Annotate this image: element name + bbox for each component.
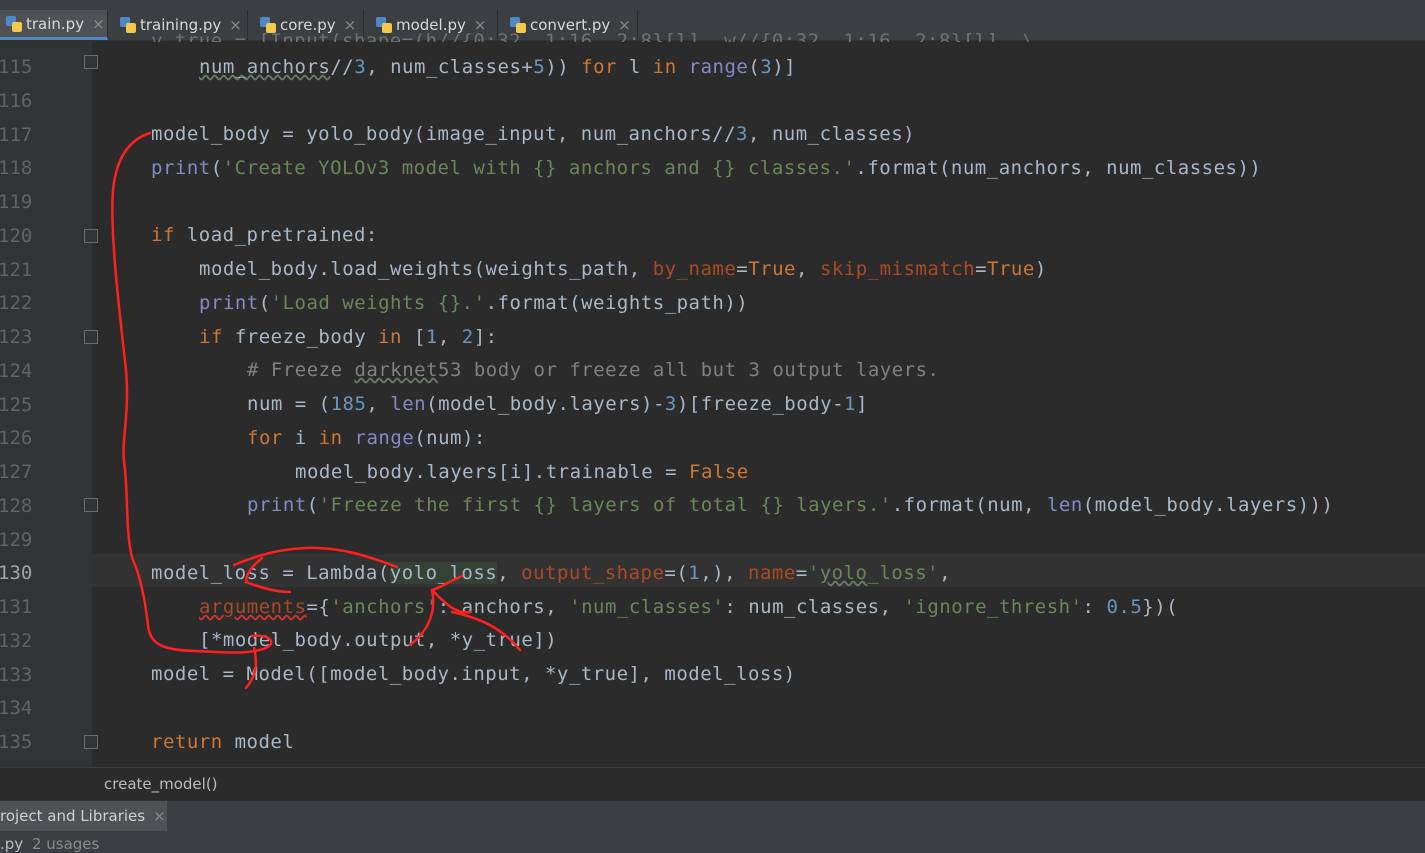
code-line-130: model_loss = Lambda(yolo_loss, output_sh… (151, 562, 952, 584)
line-number: 135 (0, 731, 33, 753)
code-line-127: model_body.layers[i].trainable = False (295, 461, 749, 483)
line-number: 116 (0, 89, 33, 112)
python-file-icon (6, 15, 22, 32)
line-number: 130 (0, 562, 33, 585)
line-number: 128 (0, 494, 33, 517)
line-number: 123 (0, 326, 33, 348)
code-line-131: arguments={'anchors': anchors, 'num_clas… (199, 596, 1179, 618)
code-line-120: if load_pretrained: (151, 224, 378, 246)
fold-marker-icon[interactable] (84, 735, 98, 749)
line-number: 118 (0, 157, 33, 180)
code-line-118: print('Create YOLOv3 model with {} ancho… (151, 157, 1262, 179)
line-number: 129 (0, 528, 33, 551)
line-number: 125 (0, 393, 33, 416)
code-line-132: [*model_body.output, *y_true]) (199, 629, 558, 651)
line-number: 115 (0, 56, 33, 78)
code-line-133: model = Model([model_body.input, *y_true… (151, 663, 796, 685)
fold-marker-icon[interactable] (84, 498, 98, 512)
tab-train-py[interactable]: train.py × (0, 10, 108, 40)
line-number: 131 (0, 596, 33, 618)
line-number: 127 (0, 461, 33, 483)
fold-marker-icon[interactable] (84, 229, 98, 243)
usage-count: 2 usages (31, 835, 100, 853)
tab-project-and-libraries[interactable]: roject and Libraries × (0, 801, 167, 831)
line-number: 132 (0, 629, 33, 652)
code-line-117: model_body = yolo_body(image_input, num_… (151, 123, 916, 145)
usage-summary[interactable]: .py 2 usages (0, 835, 99, 853)
line-number: 122 (0, 292, 33, 315)
code-line-135: return model (151, 731, 295, 753)
line-number: 120 (0, 224, 33, 247)
code-line-121: model_body.load_weights(weights_path, by… (199, 258, 1047, 280)
code-line-124: # Freeze darknet53 body or freeze all bu… (247, 359, 940, 381)
line-number: 124 (0, 359, 33, 382)
tab-label: train.py (26, 14, 85, 33)
line-number: 117 (0, 123, 33, 146)
code-line-115: num_anchors//3, num_classes+5)) for l in… (199, 56, 797, 78)
line-number: 133 (0, 663, 33, 686)
breadcrumb-bar: create_model() (0, 767, 1425, 800)
fold-marker-icon[interactable] (84, 330, 98, 344)
fold-marker-icon[interactable] (84, 55, 98, 69)
code-line-125: num = (185, len(model_body.layers)-3)[fr… (247, 393, 868, 415)
close-icon[interactable]: × (92, 15, 105, 33)
line-number: 119 (0, 191, 33, 213)
breadcrumb[interactable]: create_model() (104, 775, 218, 793)
code-line-128: print('Freeze the first {} layers of tot… (247, 494, 1334, 516)
panel-tab-label: roject and Libraries (0, 807, 146, 825)
usage-file: .py (0, 835, 24, 853)
line-number: 121 (0, 258, 33, 281)
code-line-122: print('Load weights {}.'.format(weights_… (199, 292, 749, 314)
code-line-114-clipped: y_true = [Input(shape=(h//{0:32, 1:16, 2… (151, 30, 1035, 42)
line-number: 134 (0, 697, 33, 720)
bottom-tool-panel: roject and Libraries × .py 2 usages (0, 800, 1425, 853)
code-line-123: if freeze_body in [1, 2]: (199, 326, 498, 348)
close-icon[interactable]: × (153, 807, 166, 825)
line-number: 126 (0, 427, 33, 450)
code-line-126: for i in range(num): (247, 427, 486, 449)
python-file-icon (120, 17, 136, 33)
